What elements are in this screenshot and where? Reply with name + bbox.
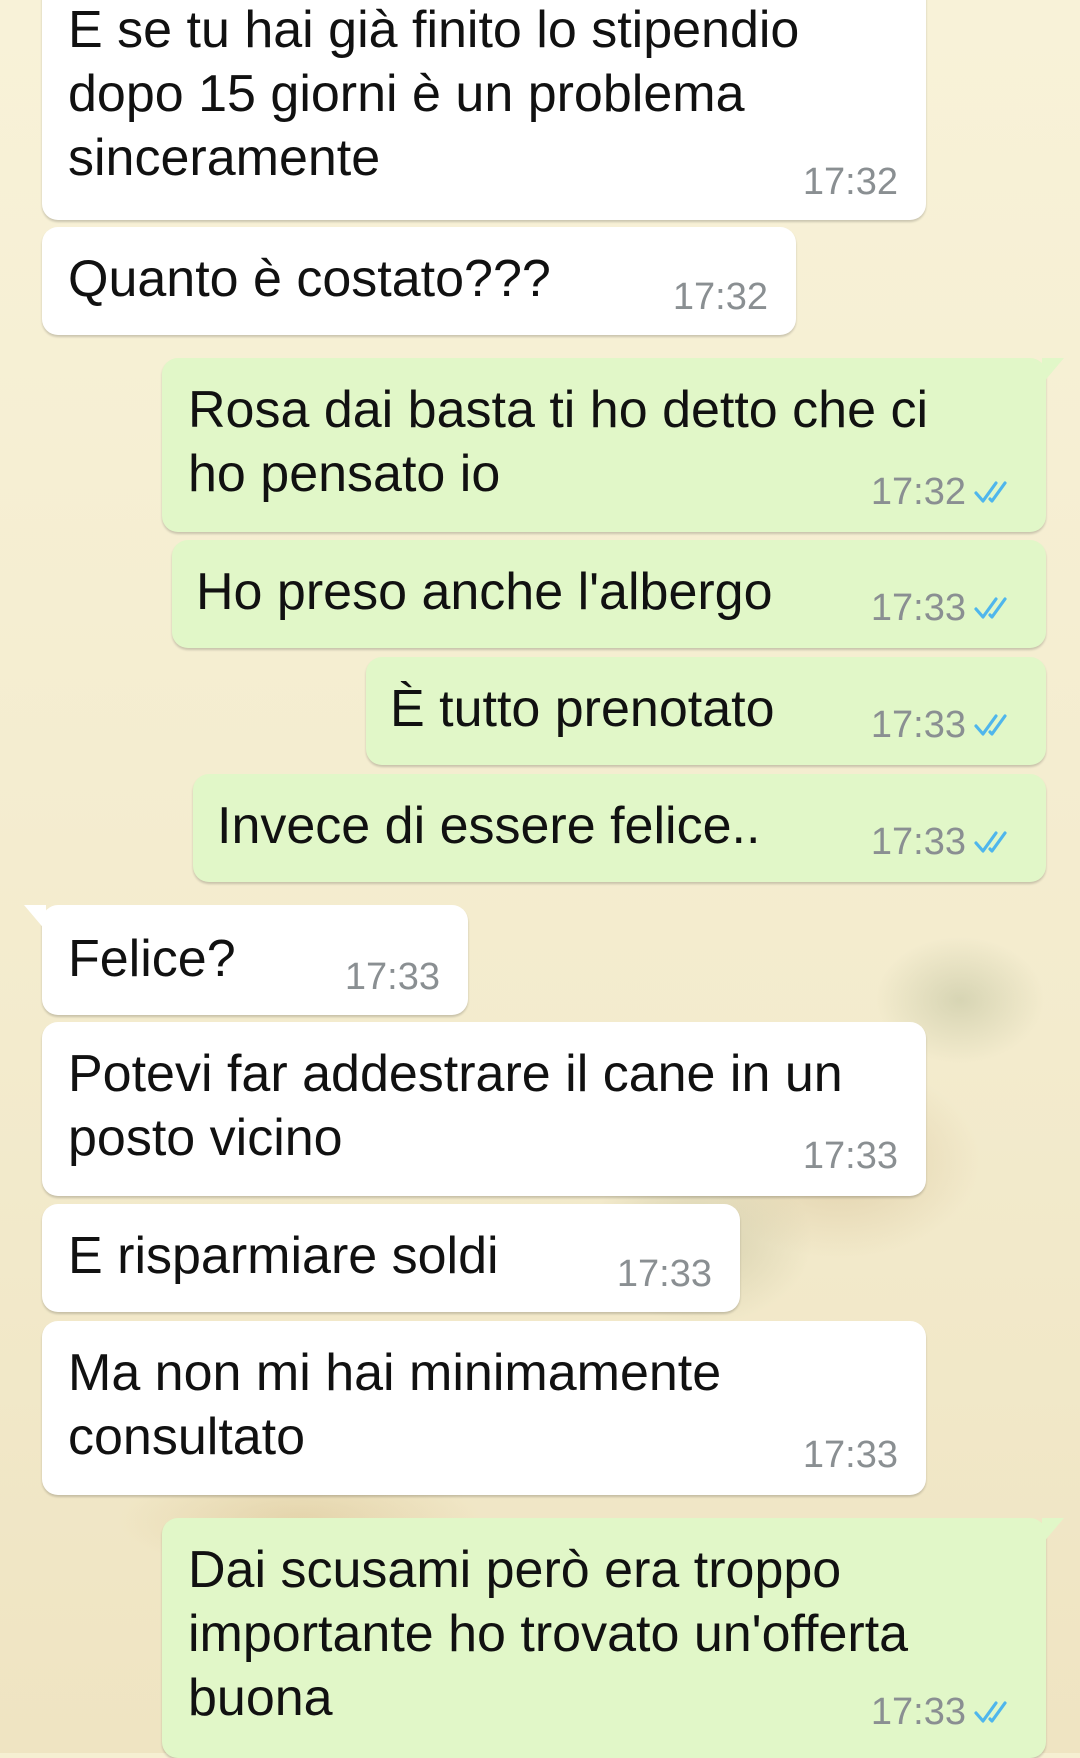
- message-time: 17:32: [672, 276, 768, 318]
- message-meta: 17:32: [871, 472, 1018, 512]
- message-time: 17:33: [870, 821, 966, 863]
- message-bubble-outgoing[interactable]: È tutto prenotato 17:33: [366, 657, 1046, 765]
- message-time: 17:33: [616, 1253, 712, 1295]
- message-text: Potevi far addestrare il cane in un post…: [68, 1045, 843, 1167]
- double-check-read-icon: [974, 597, 1007, 619]
- message-text: Ho preso anche l'albergo: [196, 563, 773, 621]
- bubble-tail: [1042, 358, 1064, 384]
- message-text: E se tu hai già finito lo stipendio dopo…: [68, 1, 800, 187]
- message-text: Felice?: [68, 930, 236, 988]
- bubble-tail: [24, 905, 46, 931]
- message-bubble-outgoing[interactable]: Dai scusami però era troppo importante h…: [162, 1518, 1064, 1758]
- message-text: È tutto prenotato: [390, 680, 775, 738]
- message-bubble-incoming[interactable]: Ma non mi hai minimamente consultato 17:…: [42, 1321, 926, 1495]
- double-check-read-icon: [974, 1701, 1007, 1723]
- message-meta: 17:32: [673, 277, 768, 317]
- message-bubble-incoming[interactable]: Quanto è costato??? 17:32: [42, 227, 796, 335]
- message-time: 17:32: [802, 161, 898, 203]
- message-bubble-outgoing[interactable]: Invece di essere felice.. 17:33: [193, 774, 1046, 882]
- message-text: Dai scusami però era troppo importante h…: [188, 1541, 909, 1727]
- message-bubble-outgoing[interactable]: Rosa dai basta ti ho detto che ci ho pen…: [162, 358, 1064, 532]
- message-meta: 17:33: [803, 1435, 898, 1475]
- message-text: Quanto è costato???: [68, 250, 551, 308]
- message-text: Rosa dai basta ti ho detto che ci ho pen…: [188, 381, 929, 503]
- message-time: 17:32: [870, 471, 966, 513]
- message-meta: 17:32: [803, 162, 898, 202]
- double-check-read-icon: [974, 714, 1007, 736]
- message-time: 17:33: [802, 1434, 898, 1476]
- chat-thread[interactable]: E se tu hai già finito lo stipendio dopo…: [0, 0, 1080, 1758]
- message-time: 17:33: [870, 1691, 966, 1733]
- message-meta: 17:33: [871, 588, 1018, 628]
- message-time: 17:33: [802, 1135, 898, 1177]
- message-time: 17:33: [870, 587, 966, 629]
- message-time: 17:33: [344, 956, 440, 998]
- message-bubble-incoming[interactable]: E risparmiare soldi 17:33: [42, 1204, 740, 1312]
- message-meta: 17:33: [617, 1254, 712, 1294]
- message-time: 17:33: [870, 704, 966, 746]
- message-text: Invece di essere felice..: [217, 797, 761, 855]
- message-text: Ma non mi hai minimamente consultato: [68, 1344, 722, 1466]
- message-meta: 17:33: [803, 1136, 898, 1176]
- message-meta: 17:33: [871, 705, 1018, 745]
- message-text: E risparmiare soldi: [68, 1227, 499, 1285]
- message-meta: 17:33: [871, 822, 1018, 862]
- message-bubble-incoming[interactable]: Potevi far addestrare il cane in un post…: [42, 1022, 926, 1196]
- message-bubble-outgoing[interactable]: Ho preso anche l'albergo 17:33: [172, 540, 1046, 648]
- message-meta: 17:33: [345, 957, 440, 997]
- double-check-read-icon: [974, 481, 1007, 503]
- message-bubble-incoming[interactable]: E se tu hai già finito lo stipendio dopo…: [42, 0, 926, 220]
- double-check-read-icon: [974, 831, 1007, 853]
- message-meta: 17:33: [871, 1692, 1018, 1732]
- bubble-tail: [1042, 1518, 1064, 1544]
- message-bubble-incoming[interactable]: Felice? 17:33: [24, 905, 468, 1015]
